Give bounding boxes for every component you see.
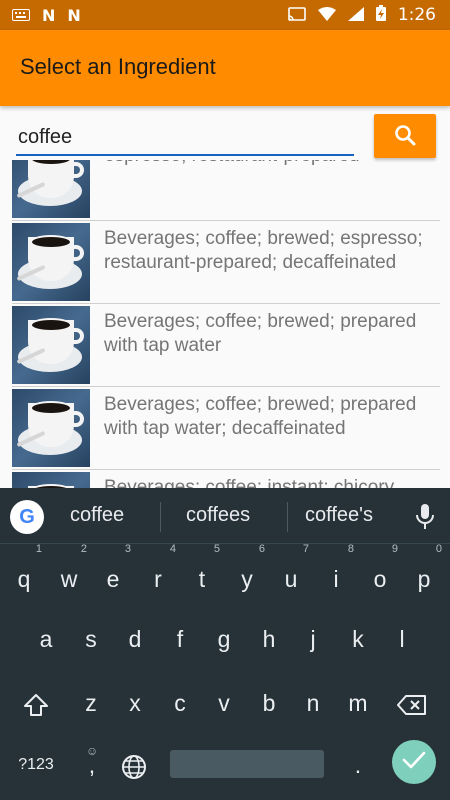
coffee-thumbnail — [12, 223, 90, 301]
key-hint: 0 — [435, 543, 442, 555]
list-item-label: Beverages; coffee; instant; chicory — [104, 477, 395, 488]
key-hint: 6 — [258, 543, 265, 555]
shift-key[interactable] — [16, 678, 56, 728]
key-label: i — [333, 566, 339, 592]
coffee-thumbnail — [12, 160, 90, 218]
cast-icon — [288, 6, 306, 25]
keyboard-icon — [12, 6, 30, 25]
key-label: w — [60, 566, 78, 592]
key-i[interactable]: i8 — [316, 543, 356, 604]
key-hint: 7 — [302, 543, 309, 555]
key-label: o — [373, 566, 387, 592]
search-icon — [393, 123, 417, 150]
battery-charging-icon — [375, 5, 386, 25]
shift-icon — [23, 690, 49, 716]
key-b[interactable]: b — [249, 678, 289, 728]
notification-n-icon: N — [67, 5, 81, 25]
signal-icon — [347, 6, 364, 25]
suggestion-divider — [287, 502, 288, 532]
globe-icon — [121, 752, 147, 779]
google-g-icon[interactable]: G — [10, 500, 44, 534]
suggestion-1[interactable]: coffee — [70, 504, 124, 527]
list-item-label: Beverages; coffee; brewed; espresso; res… — [104, 228, 423, 273]
search-button[interactable] — [374, 114, 436, 158]
backspace-key[interactable] — [392, 678, 432, 728]
coffee-thumbnail — [12, 472, 90, 488]
key-w[interactable]: w2 — [49, 543, 89, 604]
search-input[interactable] — [16, 120, 354, 156]
key-t[interactable]: t5 — [182, 543, 222, 604]
key-z[interactable]: z — [71, 678, 111, 728]
key-a[interactable]: a — [26, 614, 66, 664]
app-bar: Select an Ingredient — [0, 30, 450, 106]
key-label: p — [417, 566, 431, 592]
key-hint: 1 — [35, 543, 42, 555]
key-g[interactable]: g — [204, 614, 244, 664]
status-bar: N N 1:26 — [0, 0, 450, 30]
key-f[interactable]: f — [160, 614, 200, 664]
period-key[interactable]: . — [338, 740, 378, 790]
suggestion-divider — [160, 502, 161, 532]
key-hint: 5 — [213, 543, 220, 555]
key-x[interactable]: x — [115, 678, 155, 728]
language-key[interactable] — [114, 740, 154, 790]
soft-keyboard: G coffee coffees coffee's q1 w2 e3 r4 t5… — [0, 488, 450, 800]
list-item[interactable]: Beverages; coffee; brewed; espresso; res… — [12, 221, 440, 304]
key-label: y — [241, 566, 253, 592]
key-hint: 4 — [169, 543, 176, 555]
suggestion-strip: G coffee coffees coffee's — [0, 488, 450, 544]
key-hint: 9 — [391, 543, 398, 555]
key-s[interactable]: s — [71, 614, 111, 664]
symbols-key[interactable]: ?123 — [12, 740, 60, 790]
key-c[interactable]: c — [160, 678, 200, 728]
list-item[interactable]: Beverages; coffee; brewed; prepared with… — [12, 304, 440, 387]
list-item[interactable]: Beverages; coffee; instant; chicory — [12, 470, 440, 488]
suggestion-3[interactable]: coffee's — [305, 504, 373, 527]
page-title: Select an Ingredient — [20, 54, 216, 79]
notification-n-icon: N — [42, 5, 56, 25]
list-item-label: Beverages; coffee; brewed; prepared with… — [104, 394, 417, 439]
coffee-thumbnail — [12, 306, 90, 384]
list-item[interactable]: espresso; restaurant-prepared — [12, 160, 440, 221]
key-label: t — [198, 566, 206, 592]
wifi-icon — [317, 6, 336, 25]
key-p[interactable]: p0 — [404, 543, 444, 604]
key-m[interactable]: m — [338, 678, 378, 728]
key-hint: 8 — [347, 543, 354, 555]
emoji-comma-key[interactable]: ☺ , — [72, 740, 112, 790]
key-y[interactable]: y6 — [227, 543, 267, 604]
key-h[interactable]: h — [249, 614, 289, 664]
coffee-thumbnail — [12, 389, 90, 467]
backspace-icon — [397, 690, 427, 716]
key-j[interactable]: j — [293, 614, 333, 664]
list-item-label: espresso; restaurant-prepared — [104, 160, 434, 220]
space-key[interactable] — [170, 750, 324, 778]
list-item-label: Beverages; coffee; brewed; prepared with… — [104, 311, 417, 356]
key-label: u — [284, 566, 298, 592]
key-l[interactable]: l — [382, 614, 422, 664]
enter-key[interactable] — [392, 740, 436, 784]
checkmark-icon — [402, 750, 426, 774]
key-o[interactable]: o9 — [360, 543, 400, 604]
clock: 1:26 — [397, 5, 436, 25]
suggestion-2[interactable]: coffees — [186, 504, 250, 527]
ingredient-list: espresso; restaurant-prepared Beverages;… — [0, 160, 450, 488]
key-label: e — [106, 566, 120, 592]
microphone-icon[interactable] — [416, 504, 434, 530]
list-item[interactable]: Beverages; coffee; brewed; prepared with… — [12, 387, 440, 470]
key-u[interactable]: u7 — [271, 543, 311, 604]
emoji-icon: ☺ — [86, 744, 99, 758]
key-hint: 2 — [80, 543, 87, 555]
key-hint: 3 — [124, 543, 131, 555]
key-e[interactable]: e3 — [93, 543, 133, 604]
key-r[interactable]: r4 — [138, 543, 178, 604]
key-label: q — [17, 566, 31, 592]
key-v[interactable]: v — [204, 678, 244, 728]
key-d[interactable]: d — [115, 614, 155, 664]
key-q[interactable]: q1 — [4, 543, 44, 604]
key-label: r — [154, 566, 162, 592]
key-n[interactable]: n — [293, 678, 333, 728]
key-k[interactable]: k — [338, 614, 378, 664]
